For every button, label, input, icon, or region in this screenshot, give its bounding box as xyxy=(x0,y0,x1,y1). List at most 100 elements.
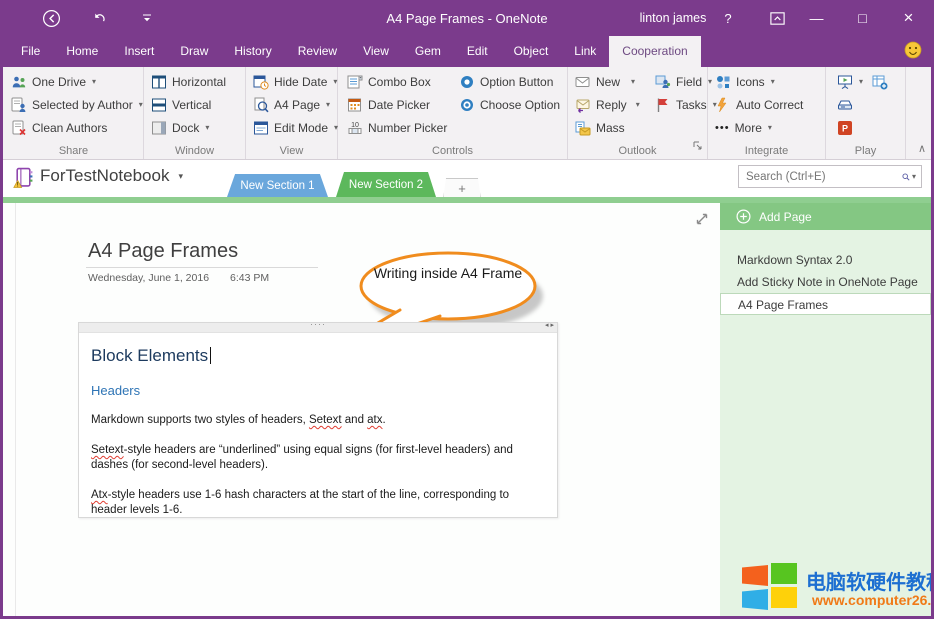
text-cursor xyxy=(210,347,211,364)
option-button-button[interactable]: Option Button xyxy=(454,70,565,93)
group-label-window: Window xyxy=(144,145,245,157)
clean-authors-button[interactable]: Clean Authors xyxy=(6,116,148,139)
vertical-button[interactable]: Vertical xyxy=(146,93,231,116)
minimize-button[interactable]: — xyxy=(794,0,839,36)
section-tab-1[interactable]: New Section 1 xyxy=(227,174,328,197)
a4-text-frame[interactable]: ···· ◂ ▸ Block Elements Headers Markdown… xyxy=(78,322,558,518)
help-button[interactable]: ? xyxy=(716,0,740,36)
frame-paragraph-3: Atx-style headers use 1-6 hash character… xyxy=(91,488,545,518)
tab-draw[interactable]: Draw xyxy=(167,36,221,67)
more-dots-icon: ••• xyxy=(715,122,730,134)
horizontal-split-icon xyxy=(151,74,167,90)
scanner-icon xyxy=(837,97,853,113)
tab-cooperation[interactable]: Cooperation xyxy=(609,36,700,67)
combo-box-button[interactable]: Combo Box xyxy=(342,70,452,93)
ribbon-group-share: One Drive ▾ Selected by Author ▾ Clean A… xyxy=(4,67,144,159)
customize-quick-access-button[interactable] xyxy=(138,0,156,36)
close-button[interactable]: × xyxy=(886,0,931,36)
lightning-icon xyxy=(715,97,731,113)
number-picker-button[interactable]: 10 Number Picker xyxy=(342,116,452,139)
tab-object[interactable]: Object xyxy=(501,36,562,67)
section-tab-2-active[interactable]: New Section 2 xyxy=(336,172,436,197)
page-date: Wednesday, June 1, 2016 xyxy=(88,272,209,284)
account-user-name[interactable]: linton james xyxy=(636,0,710,36)
undo-button[interactable] xyxy=(88,0,110,36)
add-page-label: Add Page xyxy=(759,210,812,224)
powerpoint-button[interactable]: P xyxy=(832,116,893,139)
notebook-dropdown[interactable]: ForTestNotebook ▾ xyxy=(40,166,183,186)
tab-insert[interactable]: Insert xyxy=(111,36,167,67)
callout-ellipse xyxy=(361,253,535,319)
auto-correct-button[interactable]: Auto Correct xyxy=(710,93,808,116)
tab-history[interactable]: History xyxy=(221,36,284,67)
group-label-integrate: Integrate xyxy=(708,145,825,157)
spellcheck-word: Setext xyxy=(309,414,342,426)
dropdown-caret-icon: ▾ xyxy=(859,77,863,86)
tab-review[interactable]: Review xyxy=(285,36,350,67)
selected-by-author-button[interactable]: Selected by Author ▾ xyxy=(6,93,148,116)
page-list-item-active[interactable]: A4 Page Frames xyxy=(720,293,931,315)
field-people-icon xyxy=(655,74,671,90)
date-picker-icon xyxy=(347,97,363,113)
dock-button[interactable]: Dock ▾ xyxy=(146,116,231,139)
scanner-button[interactable] xyxy=(832,93,893,116)
mass-mail-icon xyxy=(575,120,591,136)
option-button-label: Option Button xyxy=(480,75,553,89)
a4-page-button[interactable]: A4 Page ▾ xyxy=(248,93,343,116)
search-scope-caret-icon[interactable]: ▾ xyxy=(912,172,916,181)
collapse-ribbon-button[interactable]: ∧ xyxy=(918,142,926,155)
date-picker-button[interactable]: Date Picker xyxy=(342,93,452,116)
horizontal-button[interactable]: Horizontal xyxy=(146,70,231,93)
tab-view[interactable]: View xyxy=(350,36,402,67)
dropdown-caret-icon: ▾ xyxy=(631,77,635,86)
full-page-view-button[interactable] xyxy=(694,211,710,232)
tab-file[interactable]: File xyxy=(8,36,53,67)
page-title[interactable]: A4 Page Frames xyxy=(88,240,238,263)
choose-option-button[interactable]: Choose Option xyxy=(454,93,565,116)
frame-paragraph-2: Setext-style headers are “underlined” us… xyxy=(91,443,545,473)
combo-box-label: Combo Box xyxy=(368,75,431,89)
feedback-smiley-button[interactable] xyxy=(904,41,922,64)
tab-edit[interactable]: Edit xyxy=(454,36,501,67)
add-section-tab[interactable]: + xyxy=(443,178,481,199)
search-icon[interactable] xyxy=(902,170,910,184)
maximize-button[interactable]: □ xyxy=(840,0,885,36)
back-icon xyxy=(42,9,61,28)
page-list-item[interactable]: Add Sticky Note in OneNote Page xyxy=(720,271,931,293)
auto-correct-label: Auto Correct xyxy=(736,98,803,112)
add-page-button[interactable]: Add Page xyxy=(720,203,931,230)
tasks-label: Tasks xyxy=(676,98,707,112)
watermark-title: 电脑软硬件教程网 xyxy=(806,566,934,595)
one-drive-button[interactable]: One Drive ▾ xyxy=(6,70,148,93)
group-label-outlook: Outlook xyxy=(568,145,707,157)
presentation-play-icon xyxy=(837,74,853,90)
tab-link[interactable]: Link xyxy=(561,36,609,67)
new-mail-button[interactable]: New ▾ xyxy=(570,70,645,93)
tab-home[interactable]: Home xyxy=(53,36,111,67)
people-icon xyxy=(11,74,27,90)
frame-resize-icon[interactable]: ◂ ▸ xyxy=(545,321,554,329)
svg-text:10: 10 xyxy=(351,122,359,129)
hide-date-button[interactable]: Hide Date ▾ xyxy=(248,70,343,93)
icons-button[interactable]: Icons ▾ xyxy=(710,70,808,93)
flag-icon xyxy=(655,97,671,113)
hide-date-label: Hide Date xyxy=(274,75,327,89)
svg-text:P: P xyxy=(842,123,848,133)
frame-move-handle[interactable]: ···· ◂ ▸ xyxy=(79,323,557,333)
frame-text-area[interactable]: Block Elements Headers Markdown supports… xyxy=(79,333,557,518)
reply-button[interactable]: Reply ▾ xyxy=(570,93,645,116)
page-list-item[interactable]: Markdown Syntax 2.0 xyxy=(720,249,931,271)
one-drive-label: One Drive xyxy=(32,75,86,89)
more-button[interactable]: ••• More ▾ xyxy=(710,116,808,139)
chevron-down-icon: ▾ xyxy=(178,171,183,182)
tab-gem[interactable]: Gem xyxy=(402,36,454,67)
clean-authors-icon xyxy=(11,120,27,136)
search-input[interactable] xyxy=(739,171,900,183)
back-button[interactable] xyxy=(40,0,62,36)
mass-button[interactable]: Mass xyxy=(570,116,645,139)
presentation-button[interactable]: ▾ xyxy=(832,70,893,93)
vertical-label: Vertical xyxy=(172,98,211,112)
ribbon-display-options-button[interactable] xyxy=(760,0,794,36)
outlook-dialog-launcher[interactable] xyxy=(693,138,703,156)
edit-mode-button[interactable]: Edit Mode ▾ xyxy=(248,116,343,139)
